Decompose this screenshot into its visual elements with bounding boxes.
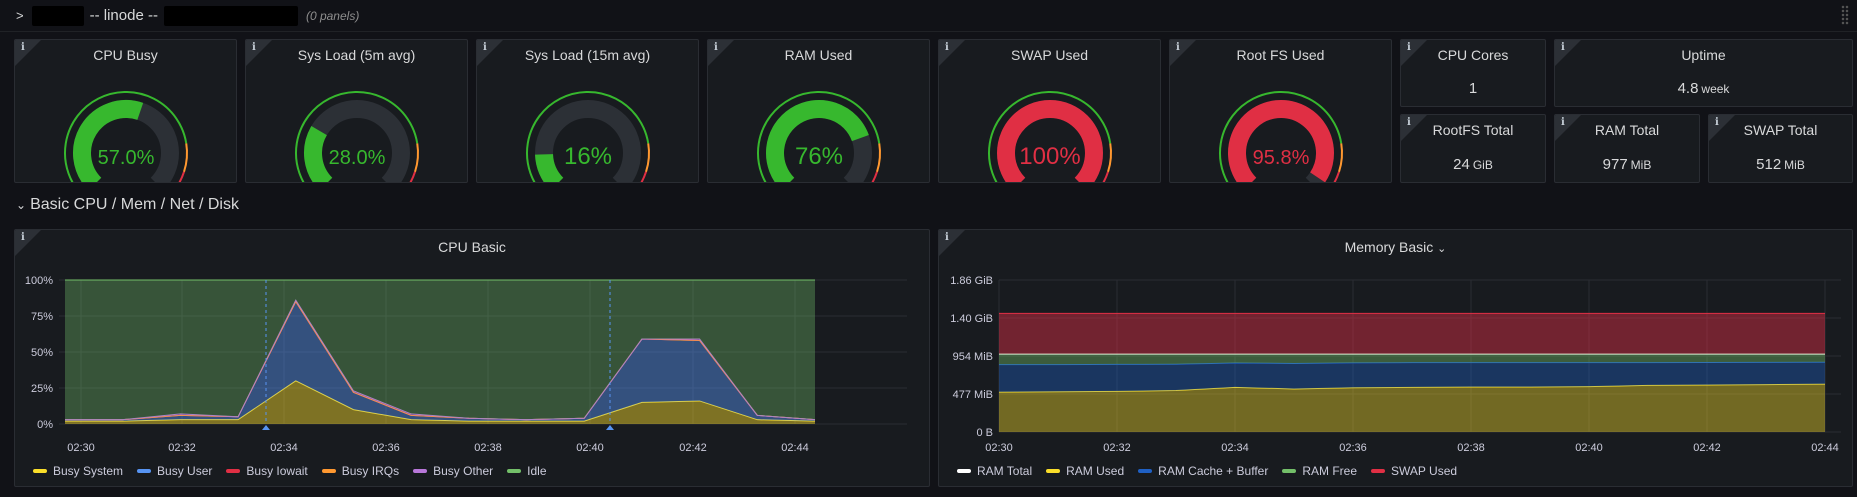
- x-tick-label: 02:38: [1457, 442, 1485, 454]
- stat-value: 4.8 week: [1677, 80, 1730, 97]
- panel-title: CPU Cores: [1437, 47, 1509, 63]
- panel-title: Uptime: [1681, 47, 1726, 63]
- annotation-marker[interactable]: [606, 425, 614, 430]
- gauge: 16%: [526, 91, 650, 182]
- y-tick-label: 75%: [31, 311, 53, 323]
- gauge: 57.0%: [64, 91, 188, 182]
- memory-basic-chart[interactable]: 1.86 GiB 1.40 GiB 954 MiB 477 MiB 0 B 02:30 02…: [939, 230, 1853, 487]
- legend-item[interactable]: RAM Total: [957, 464, 1032, 478]
- y-tick-label: 477 MiB: [953, 389, 993, 401]
- x-tick-label: 02:30: [985, 442, 1013, 454]
- section-header-basic[interactable]: ⌄ Basic CPU / Mem / Net / Disk: [16, 196, 239, 214]
- x-tick-label: 02:32: [168, 442, 196, 454]
- gauge-value: 95.8%: [1253, 147, 1310, 169]
- drag-handle-icon[interactable]: [1841, 5, 1849, 25]
- gauge-panel[interactable]: i CPU Busy 57.0%: [14, 39, 237, 183]
- legend-item[interactable]: Idle: [507, 464, 547, 478]
- legend-item[interactable]: RAM Used: [1046, 464, 1124, 478]
- legend-item[interactable]: RAM Cache + Buffer: [1138, 464, 1268, 478]
- x-tick-label: 02:34: [1221, 442, 1249, 454]
- redacted-host-prefix: [31, 5, 84, 26]
- gauge: 95.8%: [1219, 91, 1343, 182]
- gauge: 100%: [988, 91, 1112, 182]
- y-tick-label: 50%: [31, 347, 53, 359]
- gauge: 28.0%: [295, 91, 419, 182]
- stat-panel-cpu-cores[interactable]: i CPU Cores 1: [1400, 39, 1546, 107]
- panel-title: RAM Total: [1594, 122, 1660, 138]
- gauge-panel[interactable]: i Sys Load (15m avg) 16%: [476, 39, 699, 183]
- x-tick-label: 02:40: [1575, 442, 1603, 454]
- stat-panel-ram-total[interactable]: i RAM Total 977 MiB: [1554, 114, 1700, 183]
- stat-value: 24 GiB: [1453, 156, 1493, 173]
- stat-panel-uptime[interactable]: i Uptime 4.8 week: [1554, 39, 1853, 107]
- cpu-basic-chart[interactable]: 100% 75% 50% 25% 0% 02:30 02:32 02:34 02:36 02:38…: [15, 230, 930, 487]
- legend-item[interactable]: SWAP Used: [1371, 464, 1457, 478]
- stat-value: 512 MiB: [1756, 156, 1805, 173]
- legend-item[interactable]: Busy User: [137, 464, 212, 478]
- chevron-down-icon[interactable]: ⌄: [16, 198, 26, 212]
- y-tick-label: 954 MiB: [953, 351, 993, 363]
- gauge: 76%: [757, 91, 881, 182]
- x-tick-label: 02:44: [1811, 442, 1839, 454]
- panel-title: SWAP Total: [1743, 122, 1818, 138]
- stat-value: 977 MiB: [1602, 156, 1652, 173]
- x-tick-label: 02:42: [1693, 442, 1721, 454]
- legend-item[interactable]: Busy IRQs: [321, 464, 399, 478]
- gauge-value: 100%: [1019, 143, 1080, 170]
- gauge-panel[interactable]: i RAM Used 76%: [707, 39, 930, 183]
- gauge-value: 76%: [795, 143, 843, 170]
- series-area: [999, 313, 1825, 355]
- y-tick-label: 1.40 GiB: [950, 313, 993, 325]
- gauge-value: 28.0%: [329, 147, 386, 169]
- gauge-panel[interactable]: i SWAP Used 100%: [938, 39, 1161, 183]
- y-tick-label: 25%: [31, 383, 53, 395]
- chart-legend: RAM Total RAM Used RAM Cache + Buffer RAM F…: [957, 464, 1457, 478]
- legend-item[interactable]: Busy System: [33, 464, 123, 478]
- y-tick-label: 1.86 GiB: [950, 275, 993, 287]
- chart-legend: Busy System Busy User Busy Iowait Busy IRQs…: [33, 464, 547, 478]
- legend-item[interactable]: Busy Iowait: [226, 464, 308, 478]
- redacted-host-suffix: [163, 5, 298, 26]
- y-tick-label: 0 B: [976, 427, 993, 439]
- annotation-marker[interactable]: [262, 425, 270, 430]
- y-tick-label: 100%: [25, 275, 53, 287]
- y-tick-label: 0%: [37, 419, 53, 431]
- section-title: Basic CPU / Mem / Net / Disk: [30, 196, 239, 213]
- gauge-value: 16%: [564, 143, 612, 170]
- gauge-panel[interactable]: i Root FS Used 95.8%: [1169, 39, 1392, 183]
- row-title: -- linode --: [89, 7, 158, 24]
- panel-title: RootFS Total: [1432, 122, 1514, 138]
- row-header[interactable]: > -- linode -- (0 panels): [0, 0, 1857, 32]
- x-tick-label: 02:36: [372, 442, 400, 454]
- x-tick-label: 02:38: [474, 442, 502, 454]
- x-tick-label: 02:42: [679, 442, 707, 454]
- stat-value: 1: [1468, 80, 1478, 97]
- row-panel-count: (0 panels): [305, 8, 360, 23]
- stat-panel-rootfs-total[interactable]: i RootFS Total 24 GiB: [1400, 114, 1546, 183]
- x-tick-label: 02:30: [67, 442, 95, 454]
- x-tick-label: 02:36: [1339, 442, 1367, 454]
- x-tick-label: 02:32: [1103, 442, 1131, 454]
- gauge-panel[interactable]: i Sys Load (5m avg) 28.0%: [245, 39, 468, 183]
- panel-memory-basic[interactable]: i Memory Basic ⌄ 1.86 GiB 1.40 GiB 954 MiB…: [938, 229, 1853, 487]
- gauge-value: 57.0%: [98, 147, 155, 169]
- legend-item[interactable]: Busy Other: [413, 464, 493, 478]
- panel-cpu-basic[interactable]: i CPU Basic 100% 75% 50% 25% 0% 02:30 02:32 02:…: [14, 229, 930, 487]
- x-tick-label: 02:34: [270, 442, 298, 454]
- x-tick-label: 02:44: [781, 442, 809, 454]
- x-tick-label: 02:40: [576, 442, 604, 454]
- legend-item[interactable]: RAM Free: [1282, 464, 1357, 478]
- chevron-right-icon[interactable]: >: [16, 8, 24, 23]
- stat-panel-swap-total[interactable]: i SWAP Total 512 MiB: [1708, 114, 1853, 183]
